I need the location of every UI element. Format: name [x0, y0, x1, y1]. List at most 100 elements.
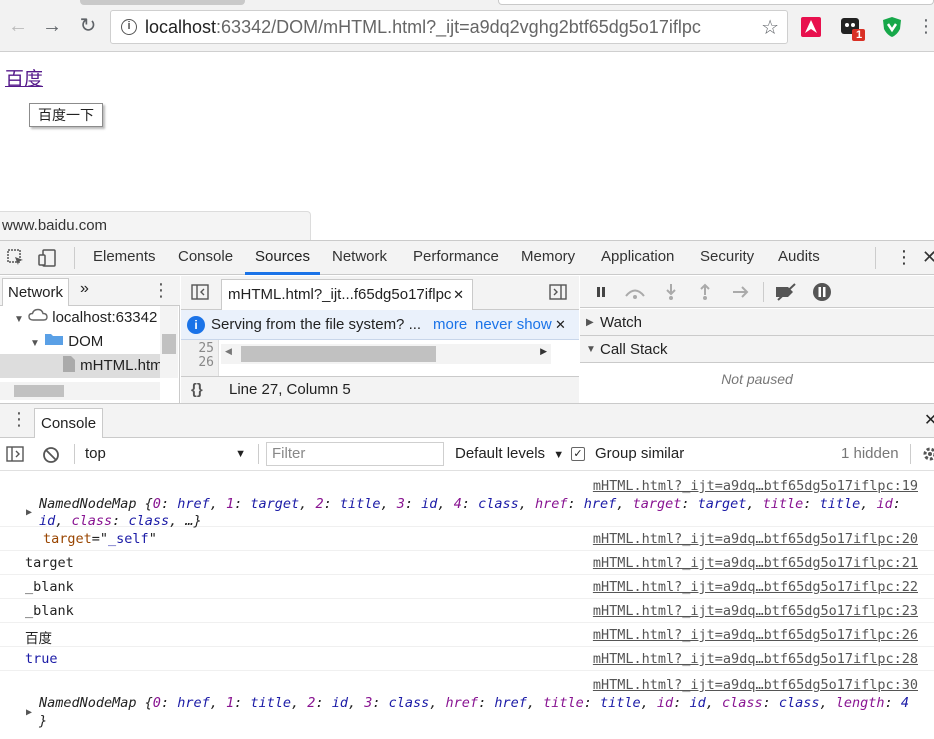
info-icon[interactable]: i — [121, 19, 137, 35]
navigator-vscrollbar[interactable] — [160, 306, 178, 378]
console-sidebar-icon[interactable] — [6, 446, 24, 462]
close-drawer-icon[interactable]: ✕ — [924, 410, 934, 430]
tab-audits[interactable]: Audits — [778, 241, 820, 275]
message-source-link[interactable]: mHTML.html?_ijt=a9dq…btf65dg5o17iflpc:26 — [593, 627, 918, 643]
code-area[interactable]: 25 26 ◀ ▶ — [181, 340, 579, 376]
device-toolbar-icon[interactable] — [38, 249, 56, 267]
expand-triangle-icon[interactable]: ▼ — [14, 314, 24, 325]
tree-item-file[interactable]: mHTML.htm — [0, 354, 160, 378]
file-icon — [63, 356, 75, 372]
tab-elements[interactable]: Elements — [93, 241, 156, 275]
baidu-search-button[interactable]: 百度一下 — [29, 103, 103, 127]
pause-icon[interactable] — [594, 285, 608, 299]
step-out-icon[interactable] — [698, 283, 712, 301]
watch-section[interactable]: ▶ Watch — [580, 309, 934, 336]
step-into-icon[interactable] — [664, 283, 678, 301]
console-message[interactable]: mHTML.html?_ijt=a9dq…btf65dg5o17iflpc:22… — [0, 575, 934, 599]
address-bar[interactable]: i localhost:63342/DOM/mHTML.html?_ijt=a9… — [110, 10, 788, 44]
pretty-print-icon[interactable]: {} — [191, 377, 203, 403]
tree-item-host[interactable]: ▼ localhost:63342 — [14, 306, 157, 330]
console-message[interactable]: mHTML.html?_ijt=a9dq…btf65dg5o17iflpc:30… — [0, 671, 934, 739]
console-filter-input[interactable]: Filter — [266, 442, 444, 466]
console-settings-gear-icon[interactable] — [921, 445, 934, 463]
navigator-tab-network[interactable]: Network — [2, 278, 70, 306]
expand-triangle-icon[interactable]: ▶ — [26, 507, 32, 518]
tree-item-folder[interactable]: ▼ DOM — [30, 330, 103, 354]
devtools-tabbar: Elements Console Sources Network Perform… — [0, 241, 934, 275]
baidu-link[interactable]: 百度 — [5, 64, 43, 91]
scroll-left-arrow-icon[interactable]: ◀ — [225, 346, 232, 357]
message-source-link[interactable]: mHTML.html?_ijt=a9dq…btf65dg5o17iflpc:30 — [593, 677, 918, 693]
scroll-right-arrow-icon[interactable]: ▶ — [540, 346, 547, 357]
message-source-link[interactable]: mHTML.html?_ijt=a9dq…btf65dg5o17iflpc:20 — [593, 531, 918, 547]
scroll-thumb[interactable] — [14, 385, 64, 397]
toggle-debugger-icon[interactable] — [549, 284, 567, 303]
step-icon[interactable] — [732, 285, 750, 299]
deactivate-breakpoints-icon[interactable] — [774, 283, 798, 301]
forward-arrow-icon[interactable]: → — [40, 14, 64, 38]
drawer-tab-console[interactable]: Console — [34, 408, 104, 439]
code-hscrollbar[interactable]: ◀ ▶ — [221, 344, 551, 364]
context-selector[interactable]: top ▼ — [85, 438, 250, 471]
acrobat-extension-icon[interactable] — [800, 16, 822, 38]
pause-on-exceptions-icon[interactable] — [812, 282, 832, 302]
drawer-menu-icon[interactable]: ⋮ — [10, 409, 28, 430]
close-tab-icon[interactable]: ✕ — [453, 280, 464, 310]
navigator-menu-icon[interactable]: ⋮ — [152, 280, 170, 301]
tab-application[interactable]: Application — [601, 241, 674, 275]
toolbar-separator — [74, 444, 75, 464]
toolbar-separator — [910, 444, 911, 464]
call-stack-section[interactable]: ▼ Call Stack — [580, 336, 934, 363]
toolbar-separator — [258, 444, 259, 464]
inspect-element-icon[interactable] — [7, 249, 25, 267]
message-source-link[interactable]: mHTML.html?_ijt=a9dq…btf65dg5o17iflpc:28 — [593, 651, 918, 667]
tab-left[interactable] — [80, 0, 245, 5]
console-message[interactable]: mHTML.html?_ijt=a9dq…btf65dg5o17iflpc:28… — [0, 647, 934, 671]
tab-console[interactable]: Console — [178, 241, 233, 275]
toggle-navigator-icon[interactable] — [191, 284, 209, 303]
more-tabs-chevron[interactable]: » — [80, 280, 89, 298]
message-source-link[interactable]: mHTML.html?_ijt=a9dq…btf65dg5o17iflpc:19 — [593, 478, 918, 494]
tab-network[interactable]: Network — [332, 241, 387, 275]
bookmark-star-icon[interactable]: ☆ — [761, 15, 779, 40]
tab-security[interactable]: Security — [700, 241, 754, 275]
devtools-menu-icon[interactable]: ⋮ — [895, 241, 913, 275]
message-source-link[interactable]: mHTML.html?_ijt=a9dq…btf65dg5o17iflpc:21 — [593, 555, 918, 571]
url-text[interactable]: localhost:63342/DOM/mHTML.html?_ijt=a9dq… — [145, 17, 701, 38]
attr-eq: =" — [91, 531, 109, 547]
watch-label: Watch — [600, 314, 642, 331]
reload-icon[interactable]: ↻ — [76, 14, 100, 38]
infobar-never-show-link[interactable]: never show — [475, 310, 552, 340]
tab-memory[interactable]: Memory — [521, 241, 575, 275]
infobar-more-link[interactable]: more — [433, 310, 467, 340]
log-levels-dropdown[interactable]: Default levels ▼ — [455, 438, 564, 471]
editor-file-tab[interactable]: mHTML.html?_ijt...f65dg5o17iflpc ✕ — [221, 279, 473, 310]
clear-console-icon[interactable] — [42, 446, 60, 464]
sources-navigator: Network » ⋮ ▼ localhost:63342 ▼ DOM mHTM… — [0, 276, 180, 403]
message-text: _blank — [25, 579, 74, 595]
expand-triangle-icon[interactable]: ▶ — [26, 707, 32, 718]
step-over-icon[interactable] — [624, 285, 646, 299]
console-message[interactable]: mHTML.html?_ijt=a9dq…btf65dg5o17iflpc:19… — [0, 471, 934, 529]
tab-right[interactable] — [498, 0, 934, 5]
message-source-link[interactable]: mHTML.html?_ijt=a9dq…btf65dg5o17iflpc:22 — [593, 579, 918, 595]
tab-sources[interactable]: Sources — [245, 241, 321, 275]
scroll-thumb[interactable] — [162, 334, 176, 354]
back-arrow-icon[interactable]: ← — [6, 14, 30, 38]
menu-kebab-icon[interactable]: ⋮ — [914, 14, 934, 38]
console-message[interactable]: mHTML.html?_ijt=a9dq…btf65dg5o17iflpc:20… — [0, 527, 934, 551]
tab-performance[interactable]: Performance — [413, 241, 499, 275]
console-message[interactable]: mHTML.html?_ijt=a9dq…btf65dg5o17iflpc:23… — [0, 599, 934, 623]
message-source-link[interactable]: mHTML.html?_ijt=a9dq…btf65dg5o17iflpc:23 — [593, 603, 918, 619]
console-message[interactable]: mHTML.html?_ijt=a9dq…btf65dg5o17iflpc:21… — [0, 551, 934, 575]
navigator-hscrollbar[interactable] — [0, 382, 160, 400]
console-message[interactable]: mHTML.html?_ijt=a9dq…btf65dg5o17iflpc:26… — [0, 623, 934, 647]
expand-triangle-icon[interactable]: ▼ — [30, 338, 40, 349]
message-text: _blank — [25, 603, 74, 619]
extension-with-badge-icon[interactable]: 1 — [840, 16, 865, 41]
close-infobar-icon[interactable]: ✕ — [555, 310, 566, 340]
scroll-thumb[interactable] — [241, 346, 436, 362]
close-devtools-icon[interactable]: ✕ — [922, 241, 934, 275]
group-similar-checkbox[interactable]: ✓ — [571, 447, 585, 461]
shield-extension-icon[interactable] — [882, 16, 904, 38]
